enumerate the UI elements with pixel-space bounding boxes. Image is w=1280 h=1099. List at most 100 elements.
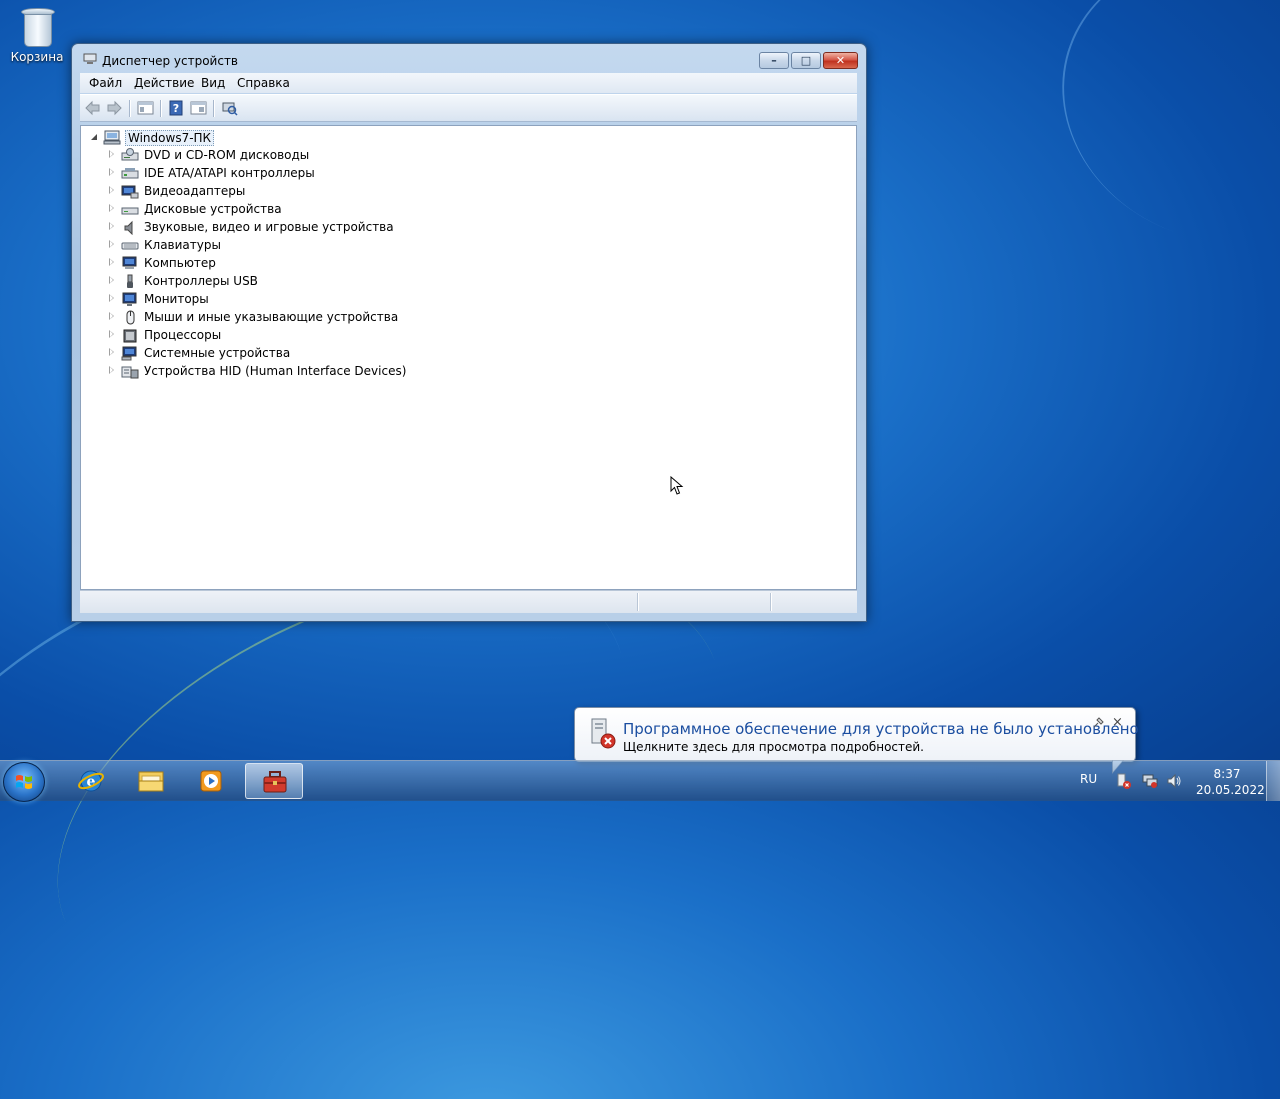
tree-node[interactable]: Клавиатуры (109, 237, 509, 254)
expand-arrow-icon[interactable] (109, 258, 114, 266)
expand-arrow-icon[interactable] (109, 330, 114, 338)
device-manager-icon (83, 53, 97, 64)
tree-node[interactable]: Звуковые, видео и игровые устройства (109, 219, 509, 236)
ide-controller-icon (121, 168, 139, 179)
menu-action[interactable]: Действие (134, 76, 194, 90)
tree-node[interactable]: Мониторы (109, 291, 509, 308)
tree-node[interactable]: Процессоры (109, 327, 509, 344)
tree-node[interactable]: DVD и CD-ROM дисководы (109, 147, 509, 164)
expand-arrow-icon[interactable] (109, 222, 114, 230)
device-manager-window: Диспетчер устройств – □ ✕ Файл Действие … (71, 43, 867, 622)
expand-arrow-icon[interactable] (109, 294, 114, 302)
folder-icon (138, 771, 164, 792)
mouse-icon (126, 310, 135, 325)
menu-file[interactable]: Файл (89, 76, 122, 90)
tree-node[interactable]: Системные устройства (109, 345, 509, 362)
pin-icon[interactable] (1093, 717, 1104, 728)
toolbox-icon (263, 771, 287, 793)
display-adapter-icon (121, 185, 139, 199)
close-button[interactable]: ✕ (823, 52, 858, 69)
back-arrow-icon[interactable] (84, 100, 101, 116)
tree-node[interactable]: Дисковые устройства (109, 201, 509, 218)
tree-node-label: Мониторы (144, 292, 209, 306)
notification-title: Программное обеспечение для устройства н… (623, 720, 1139, 738)
taskbar-media-player[interactable] (182, 763, 240, 799)
device-tree: Windows7-ПК DVD и CD-ROM дисководы IDE AT… (80, 125, 857, 590)
mouse-cursor-icon (670, 476, 684, 495)
toolbar-separator (129, 100, 130, 117)
notification-close-button[interactable]: × (1112, 715, 1123, 730)
status-bar-divider (637, 593, 638, 611)
system-device-icon (121, 346, 137, 361)
show-desktop-button[interactable] (1266, 761, 1280, 801)
tree-node[interactable]: Устройства HID (Human Interface Devices) (109, 363, 509, 380)
taskbar-explorer[interactable] (122, 763, 180, 799)
menu-bar: Файл Действие Вид Справка (80, 73, 857, 93)
device-error-icon (591, 718, 616, 749)
close-icon: ✕ (835, 54, 846, 67)
status-bar-divider (770, 593, 771, 611)
volume-icon[interactable] (1166, 773, 1182, 789)
expand-arrow-icon[interactable] (109, 204, 114, 212)
taskbar-device-manager[interactable] (245, 763, 303, 799)
tree-node-label: Компьютер (144, 256, 216, 270)
expand-arrow-icon[interactable] (109, 366, 114, 374)
expand-arrow-icon[interactable] (109, 150, 114, 158)
disk-drive-icon (121, 207, 139, 215)
taskbar-internet-explorer[interactable]: e (62, 763, 120, 799)
tree-node[interactable]: Компьютер (109, 255, 509, 272)
scan-hardware-icon[interactable] (221, 100, 238, 116)
menu-view[interactable]: Вид (201, 76, 225, 90)
clock-date[interactable]: 20.05.2022 (1196, 783, 1265, 797)
tree-node-label: Системные устройства (144, 346, 291, 360)
tree-node-label: Клавиатуры (144, 238, 221, 252)
help-icon[interactable]: ? (168, 100, 185, 116)
root-computer-name: Windows7-ПК (125, 130, 215, 146)
device-error-tray-icon[interactable] (1116, 773, 1132, 789)
tree-node-label: Звуковые, видео и игровые устройства (144, 220, 394, 234)
toolbar-separator (213, 100, 214, 117)
network-error-icon[interactable] (1142, 773, 1158, 789)
expand-arrow-icon[interactable] (109, 276, 114, 284)
recycle-bin-shortcut[interactable]: Корзина (8, 6, 66, 64)
language-indicator[interactable]: RU (1080, 772, 1097, 786)
computer-icon (122, 256, 137, 269)
notification-text: Щелкните здесь для просмотра подробносте… (623, 740, 924, 754)
taskbar: e RU 8:37 20.05.2022 (0, 760, 1280, 802)
maximize-button[interactable]: □ (791, 52, 821, 69)
expand-arrow-icon[interactable] (109, 312, 114, 320)
start-button[interactable] (3, 762, 45, 802)
tree-node-label: Процессоры (144, 328, 222, 342)
media-player-icon (200, 770, 222, 792)
tree-node-label: Видеоадаптеры (144, 184, 246, 198)
forward-arrow-icon[interactable] (106, 100, 123, 116)
keyboard-icon (121, 242, 139, 250)
expand-arrow-icon[interactable] (109, 168, 114, 176)
title-bar[interactable]: Диспетчер устройств – □ ✕ (72, 44, 866, 74)
minimize-button[interactable]: – (759, 52, 789, 69)
speaker-icon (124, 220, 133, 235)
expand-arrow-icon[interactable] (109, 186, 114, 194)
tree-node[interactable]: Видеоадаптеры (109, 183, 509, 200)
status-bar (80, 590, 857, 613)
tree-node[interactable]: Контроллеры USB (109, 273, 509, 290)
notification-balloon[interactable]: Программное обеспечение для устройства н… (574, 707, 1139, 774)
properties-view-icon[interactable] (137, 100, 154, 116)
expand-arrow-icon[interactable] (109, 348, 114, 356)
svg-text:?: ? (173, 102, 179, 115)
tree-node-label: Устройства HID (Human Interface Devices) (144, 364, 407, 378)
menu-help[interactable]: Справка (237, 76, 290, 90)
computer-icon (103, 130, 121, 145)
tree-node-label: Мыши и иные указывающие устройства (144, 310, 399, 324)
collapse-arrow-icon[interactable] (90, 133, 98, 141)
processor-icon (123, 329, 137, 343)
tree-node[interactable]: Мыши и иные указывающие устройства (109, 309, 509, 326)
wallpaper-swoosh (1021, 0, 1280, 287)
tree-node-label: Контроллеры USB (144, 274, 258, 288)
toolbar-separator (160, 100, 161, 117)
window-title: Диспетчер устройств (102, 54, 239, 68)
tree-node[interactable]: IDE ATA/ATAPI контроллеры (109, 165, 509, 182)
console-view-icon[interactable] (190, 100, 207, 116)
expand-arrow-icon[interactable] (109, 240, 114, 248)
clock-time[interactable]: 8:37 (1200, 767, 1254, 781)
